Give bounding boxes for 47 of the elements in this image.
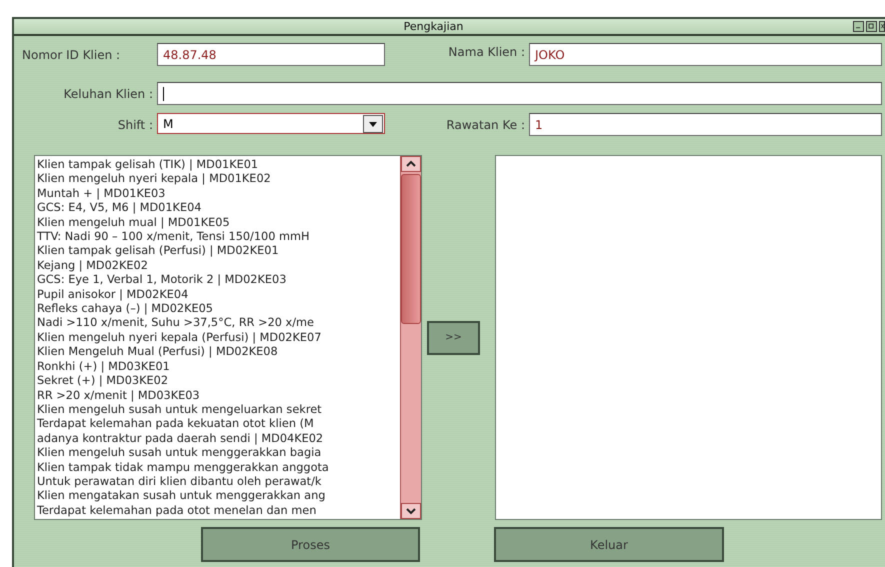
window-title: Pengkajian: [402, 20, 464, 33]
list-item[interactable]: GCS: E4, V5, M6 | MD01KE04: [37, 201, 400, 216]
maximize-icon[interactable]: [866, 21, 877, 32]
list-item[interactable]: Klien Mengeluh Mual (Perfusi) | MD02KE08: [37, 345, 400, 360]
list-item[interactable]: Untuk perawatan diri klien dibantu oleh perawat/k: [37, 474, 400, 490]
list-item[interactable]: Terdapat kelemahan pada kekuatan otot klien (M: [37, 417, 400, 432]
list-item[interactable]: Kejang | MD02KE02: [37, 258, 400, 274]
list-item[interactable]: Sekret (+) | MD03KE02: [37, 374, 400, 388]
list-item[interactable]: Klien mengatakan susah untuk menggerakkan ang: [37, 489, 400, 504]
list-item[interactable]: Terdapat kelemahan pada otot menelan dan men: [37, 504, 400, 518]
list-item[interactable]: adanya kontraktur pada daerah sendi | MD04KE02: [37, 432, 400, 446]
field-label: Shift :: [116, 118, 153, 132]
field-label: Rawatan Ke :: [445, 118, 525, 132]
field-label: Nomor ID Klien :: [21, 48, 122, 62]
field-label: Nama Klien :: [447, 44, 525, 59]
list-item[interactable]: Refleks cahaya (–) | MD02KE05: [37, 302, 400, 316]
list-item[interactable]: Klien mengeluh mual | MD01KE05: [37, 216, 400, 230]
input-field[interactable]: [157, 82, 882, 105]
list-item[interactable]: Ronkhi (+) | MD03KE01: [37, 360, 400, 374]
input-field[interactable]: 48.87.48: [157, 43, 385, 66]
scrollbar-thumb[interactable]: [401, 174, 421, 324]
list-item[interactable]: Klien mengeluh nyeri kepala (Perfusi) | MD02KE07: [37, 330, 400, 346]
list-item[interactable]: Pupil anisokor | MD02KE04: [37, 288, 400, 302]
input-field[interactable]: 1: [529, 113, 882, 136]
exit-button[interactable]: Keluar: [494, 527, 724, 562]
dropdown[interactable]: M: [157, 113, 385, 134]
scrollbar[interactable]: [400, 156, 421, 519]
list-item[interactable]: Muntah + | MD01KE03: [37, 186, 400, 202]
list-item[interactable]: Klien tampak gelisah (Perfusi) | MD02KE01: [37, 244, 400, 259]
list-item[interactable]: Nadi >110 x/menit, Suhu >37,5°C, RR >20 x/me: [37, 316, 400, 331]
transfer-button[interactable]: >>: [427, 320, 480, 354]
minimize-icon[interactable]: [853, 21, 864, 32]
scroll-down-icon[interactable]: [401, 503, 421, 519]
text-cursor: [163, 86, 164, 100]
list-item[interactable]: Klien mengeluh susah untuk mengeluarkan sekret: [37, 402, 400, 418]
process-button[interactable]: Proses: [201, 527, 420, 562]
list-item[interactable]: Klien tampak gelisah (TIK) | MD01KE01: [37, 158, 400, 172]
scroll-up-icon[interactable]: [401, 156, 421, 172]
field-label: Keluhan Klien :: [62, 86, 153, 100]
close-icon[interactable]: [879, 21, 885, 32]
list-item[interactable]: Klien tampak tidak mampu menggerakkan anggota: [37, 460, 400, 475]
list-item[interactable]: Klien mengeluh nyeri kepala | MD01KE02: [37, 172, 400, 187]
list-item[interactable]: GCS: Eye 1, Verbal 1, Motorik 2 | MD02KE03: [37, 273, 400, 288]
list-item[interactable]: RR >20 x/menit | MD03KE03: [37, 388, 400, 403]
list-item[interactable]: TTV: Nadi 90 – 100 x/menit, Tensi 150/100 mmH: [37, 230, 400, 244]
input-field[interactable]: JOKO: [529, 43, 882, 66]
list-item[interactable]: Klien mengeluh susah untuk menggerakkan bagia: [37, 446, 400, 461]
